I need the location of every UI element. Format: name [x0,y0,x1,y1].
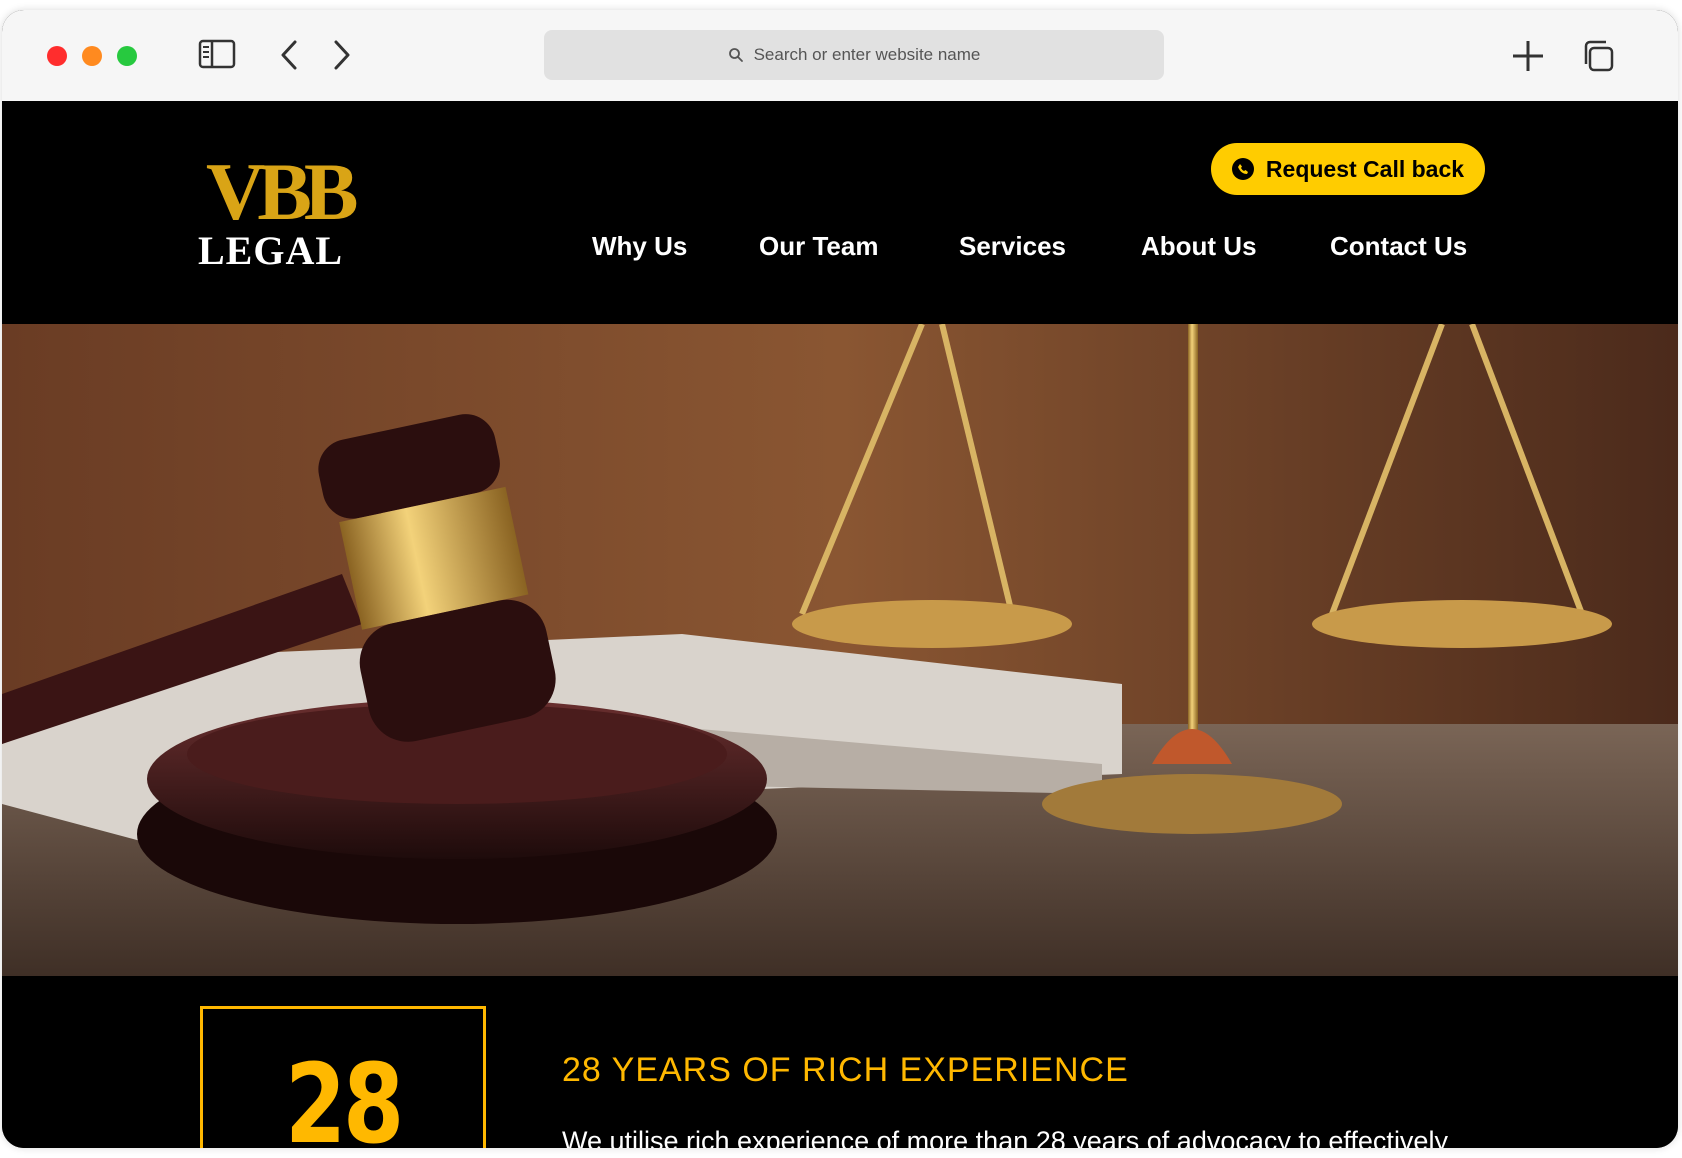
hero-image-gavel-and-scales [2,324,1678,976]
search-icon [728,48,743,62]
experience-heading: 28 YEARS OF RICH EXPERIENCE [562,1051,1129,1089]
nav-item-our-team[interactable]: Our Team [759,231,878,262]
new-tab-icon[interactable] [1510,38,1546,74]
back-icon[interactable] [277,38,301,72]
forward-icon[interactable] [330,38,354,72]
nav-item-why-us[interactable]: Why Us [592,231,687,262]
experience-years-number: 28 [284,1040,404,1148]
request-call-back-label: Request Call back [1265,155,1465,182]
minimize-window-button[interactable] [82,46,102,66]
address-bar[interactable]: Search or enter website name [544,30,1164,80]
browser-window: Search or enter website name VBB LEGAL R… [2,10,1678,1148]
site-header: VBB LEGAL Request Call back Why Us Our T… [2,101,1678,324]
zoom-window-button[interactable] [117,46,137,66]
request-call-back-button[interactable]: Request Call back [1211,143,1485,195]
nav-item-services[interactable]: Services [959,231,1066,262]
address-placeholder: Search or enter website name [753,45,981,64]
sidebar-icon[interactable] [198,38,236,70]
phone-icon [1231,158,1254,180]
experience-counter-box: 28 [200,1006,486,1148]
nav-item-contact-us[interactable]: Contact Us [1330,231,1467,262]
experience-description: We utilise rich experience of more than … [562,1126,1448,1148]
experience-section: 28 28 YEARS OF RICH EXPERIENCE We utilis… [2,976,1678,1148]
tabs-overview-icon[interactable] [1580,38,1616,74]
browser-toolbar: Search or enter website name [2,10,1678,102]
logo-monogram: VBB [206,146,359,237]
nav-item-about-us[interactable]: About Us [1141,231,1257,262]
close-window-button[interactable] [47,46,67,66]
main-nav: Why Us Our Team Services About Us Contac… [2,231,1678,271]
gavel-and-scales-illustration [2,324,1678,976]
